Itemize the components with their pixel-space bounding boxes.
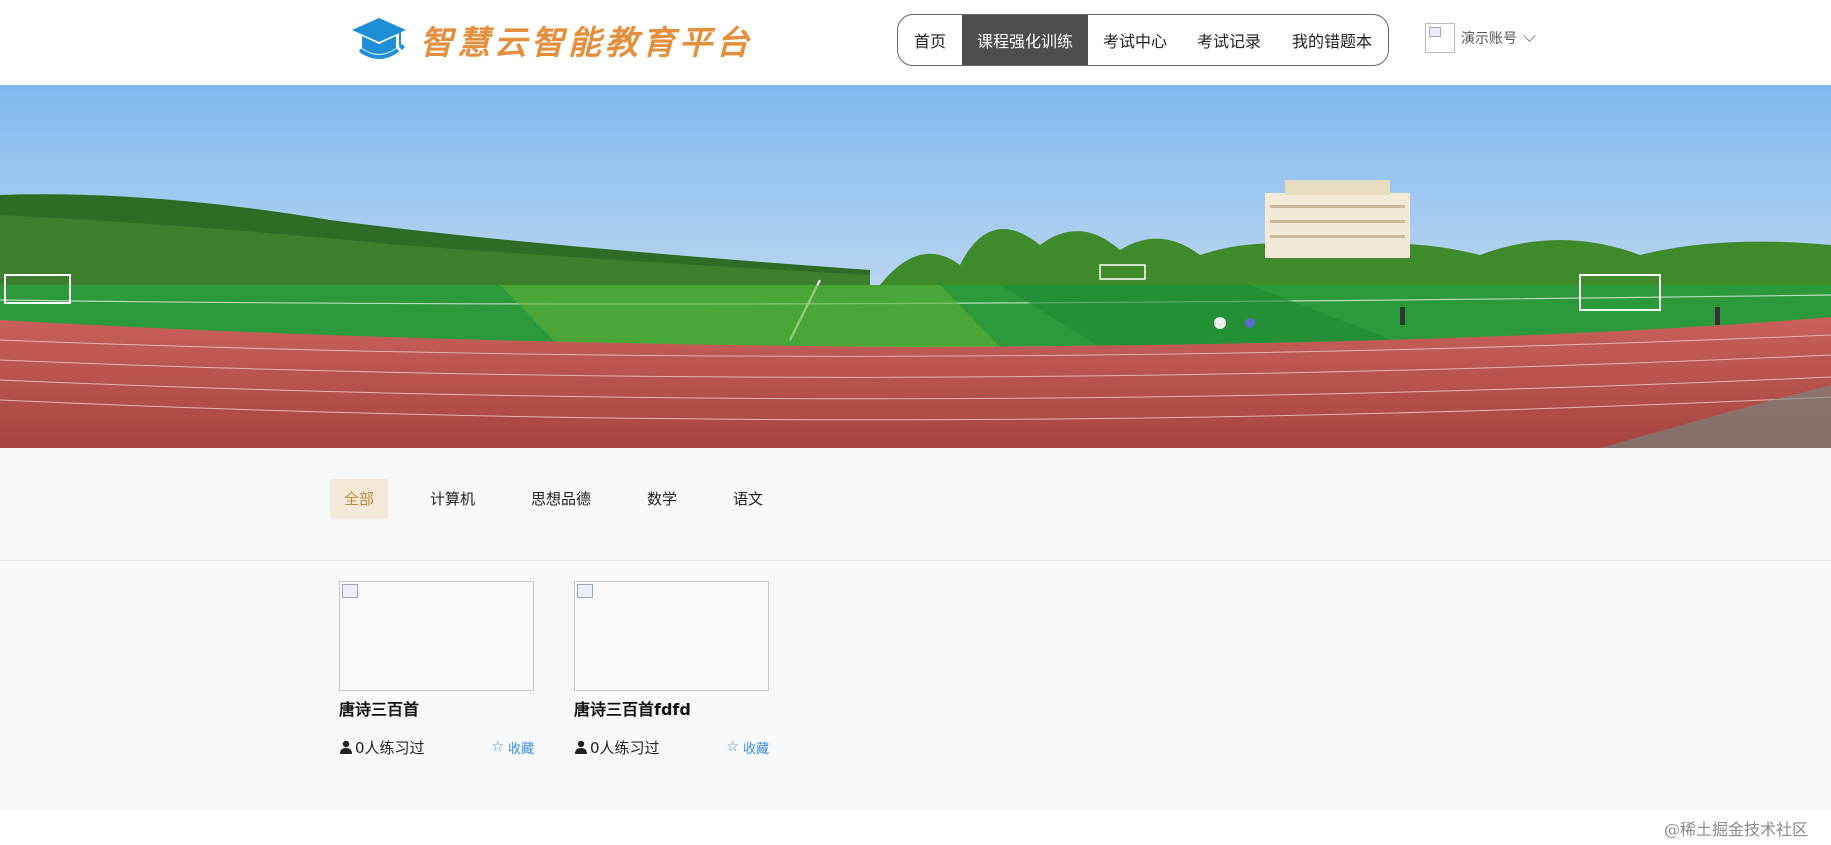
category-chinese[interactable]: 语文	[719, 479, 777, 519]
person-icon	[575, 740, 587, 754]
course-meta: 0人练习过 ☆ 收藏	[339, 737, 534, 757]
account-menu[interactable]: 演示账号	[1425, 21, 1536, 55]
nav-home[interactable]: 首页	[898, 15, 962, 65]
nav-exam-records[interactable]: 考试记录	[1182, 15, 1276, 65]
favorite-button[interactable]: ☆ 收藏	[726, 738, 769, 757]
course-image[interactable]	[339, 581, 534, 691]
course-title[interactable]: 唐诗三百首	[339, 699, 534, 721]
chevron-down-icon[interactable]	[1523, 28, 1536, 42]
graduation-cap-icon	[352, 18, 406, 59]
category-math[interactable]: 数学	[633, 479, 691, 519]
favorite-label[interactable]: 收藏	[508, 738, 534, 757]
course-meta: 0人练习过 ☆ 收藏	[574, 737, 769, 757]
avatar[interactable]	[1425, 23, 1455, 53]
course-title[interactable]: 唐诗三百首fdfd	[574, 699, 769, 721]
course-list: 唐诗三百首 0人练习过 ☆ 收藏 唐诗三百首fdfd 0人练习过 ☆ 收藏	[0, 561, 1831, 811]
practice-count-text: 0人练习过	[355, 738, 425, 757]
category-all[interactable]: 全部	[330, 479, 389, 519]
watermark: @稀土掘金技术社区	[1664, 820, 1809, 839]
person-icon	[340, 740, 352, 754]
account-name[interactable]: 演示账号	[1461, 28, 1517, 48]
course-card[interactable]: 唐诗三百首fdfd 0人练习过 ☆ 收藏	[574, 581, 769, 757]
platform-logo[interactable]: 智慧云智能教育平台	[350, 12, 753, 68]
category-moral-education[interactable]: 思想品德	[517, 479, 605, 519]
nav-exam-center[interactable]: 考试中心	[1088, 15, 1182, 65]
practice-count-text: 0人练习过	[590, 738, 660, 757]
course-image[interactable]	[574, 581, 769, 691]
main-nav: 首页 课程强化训练 考试中心 考试记录 我的错题本	[897, 14, 1389, 66]
favorite-label[interactable]: 收藏	[743, 738, 769, 757]
practice-count: 0人练习过	[574, 737, 660, 758]
course-card[interactable]: 唐诗三百首 0人练习过 ☆ 收藏	[339, 581, 534, 757]
practice-count: 0人练习过	[339, 737, 425, 758]
nav-wrong-questions[interactable]: 我的错题本	[1276, 15, 1388, 65]
favorite-button[interactable]: ☆ 收藏	[491, 738, 534, 757]
logo-text: 智慧云智能教育平台	[420, 23, 753, 62]
top-header: 智慧云智能教育平台 首页 课程强化训练 考试中心 考试记录 我的错题本 演示账号	[0, 0, 1831, 84]
hero-banner	[0, 85, 1831, 448]
star-icon[interactable]: ☆	[491, 740, 504, 754]
category-filter-bar: 全部 计算机 思想品德 数学 语文	[0, 448, 1831, 561]
star-icon[interactable]: ☆	[726, 740, 739, 754]
stadium-banner-image	[0, 85, 1831, 448]
category-computer[interactable]: 计算机	[416, 479, 489, 519]
nav-course-training[interactable]: 课程强化训练	[962, 15, 1088, 65]
